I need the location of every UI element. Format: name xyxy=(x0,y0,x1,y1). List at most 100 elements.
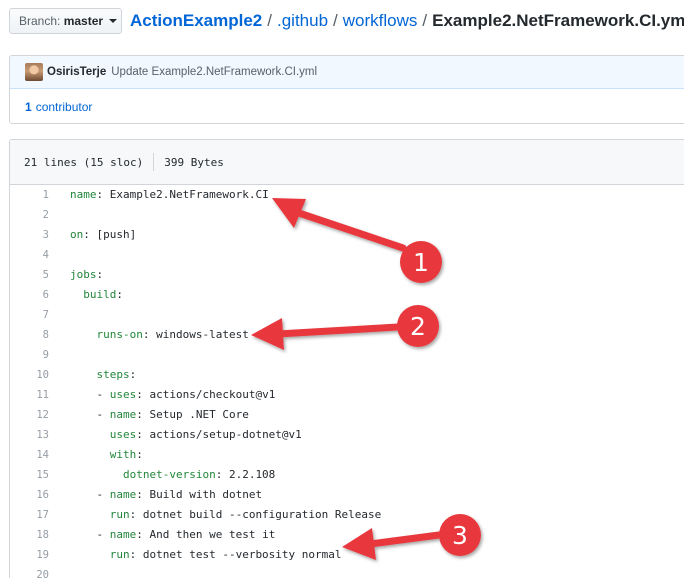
line-number[interactable]: 16 xyxy=(10,485,49,505)
line-number[interactable]: 4 xyxy=(10,245,49,265)
file-size: 399 Bytes xyxy=(164,155,224,169)
code-text: - name: And then we test it xyxy=(70,525,275,545)
code-line: 20 xyxy=(10,565,684,578)
breadcrumb-separator: / xyxy=(333,11,338,30)
code-text: run: dotnet test --verbosity normal xyxy=(70,545,342,565)
avatar[interactable] xyxy=(25,63,43,81)
code-line: 4 xyxy=(10,245,684,265)
yaml-key: uses xyxy=(70,428,137,441)
yaml-key: uses xyxy=(109,388,137,401)
code-line: 11 - uses: actions/checkout@v1 xyxy=(10,385,684,405)
line-number[interactable]: 17 xyxy=(10,505,49,525)
line-number[interactable]: 13 xyxy=(10,425,49,445)
yaml-value: : 2.2.108 xyxy=(215,468,276,481)
code-text: runs-on: windows-latest xyxy=(70,325,249,345)
yaml-value: : Setup .NET Core xyxy=(136,408,249,421)
code-text: - uses: actions/checkout@v1 xyxy=(70,385,275,405)
yaml-key: jobs xyxy=(70,268,97,281)
code-line: 7 xyxy=(10,305,684,325)
code-text: - name: Build with dotnet xyxy=(70,485,262,505)
yaml-key: name xyxy=(70,188,97,201)
code-line: 9 xyxy=(10,345,684,365)
code-line: 13 uses: actions/setup-dotnet@v1 xyxy=(10,425,684,445)
line-number[interactable]: 1 xyxy=(10,185,49,205)
code-line: 10 steps: xyxy=(10,365,684,385)
code-list-marker: - xyxy=(70,408,110,421)
line-number[interactable]: 3 xyxy=(10,225,49,245)
code-text: jobs: xyxy=(70,265,103,285)
file-line-count: 21 lines (15 sloc) xyxy=(24,155,144,169)
commit-author-link[interactable]: OsirisTerje xyxy=(47,66,106,78)
yaml-value: : dotnet test --verbosity normal xyxy=(129,548,342,561)
line-number[interactable]: 11 xyxy=(10,385,49,405)
line-number[interactable]: 6 xyxy=(10,285,49,305)
code-line: 15 dotnet-version: 2.2.108 xyxy=(10,465,684,485)
file-viewer: 21 lines (15 sloc) 399 Bytes 1 name: Exam… xyxy=(9,139,684,578)
code-text: on: [push] xyxy=(70,225,136,245)
branch-selector-button[interactable]: Branch: master xyxy=(9,8,122,34)
code-line: 16 - name: Build with dotnet xyxy=(10,485,684,505)
code-text: steps: xyxy=(70,365,136,385)
breadcrumb-github-link[interactable]: .github xyxy=(277,11,328,30)
yaml-key: dotnet-version xyxy=(70,468,216,481)
line-number[interactable]: 20 xyxy=(10,565,49,578)
breadcrumb-file-name: Example2.NetFramework.CI.yml xyxy=(432,11,684,30)
line-number[interactable]: 8 xyxy=(10,325,49,345)
breadcrumb: ActionExample2/.github / workflows / Example… xyxy=(130,11,684,31)
yaml-key: build xyxy=(70,288,117,301)
code-list-marker: - xyxy=(70,488,110,501)
code-text: name: Example2.NetFramework.CI xyxy=(70,185,269,205)
file-info-header: 21 lines (15 sloc) 399 Bytes xyxy=(10,140,684,185)
yaml-value: : xyxy=(116,288,123,301)
code-line: 18 - name: And then we test it xyxy=(10,525,684,545)
yaml-key: on xyxy=(70,228,84,241)
line-number[interactable]: 10 xyxy=(10,365,49,385)
line-number[interactable]: 2 xyxy=(10,205,49,225)
commit-message-link[interactable]: Update Example2.NetFramework.CI.yml xyxy=(111,66,317,78)
yaml-value: : Build with dotnet xyxy=(136,488,263,501)
line-number[interactable]: 7 xyxy=(10,305,49,325)
line-number[interactable]: 15 xyxy=(10,465,49,485)
yaml-value: : Example2.NetFramework.CI xyxy=(96,188,269,201)
code-line: 5 jobs: xyxy=(10,265,684,285)
line-number[interactable]: 14 xyxy=(10,445,49,465)
yaml-value: : actions/setup-dotnet@v1 xyxy=(136,428,302,441)
code-text: run: dotnet build --configuration Releas… xyxy=(70,505,382,525)
contributors-row[interactable]: 1 contributor xyxy=(10,89,684,123)
line-number[interactable]: 12 xyxy=(10,405,49,425)
code-line: 14 with: xyxy=(10,445,684,465)
breadcrumb-repo-link[interactable]: ActionExample2 xyxy=(130,11,262,30)
code-line: 12 - name: Setup .NET Core xyxy=(10,405,684,425)
contributor-count: 1 xyxy=(25,99,32,114)
branch-value: master xyxy=(63,14,104,28)
caret-down-icon xyxy=(109,19,118,23)
breadcrumb-separator: / xyxy=(422,11,428,30)
yaml-value: : xyxy=(129,368,137,381)
code-text: - name: Setup .NET Core xyxy=(70,405,249,425)
yaml-key: name xyxy=(109,408,137,421)
line-number[interactable]: 9 xyxy=(10,345,49,365)
yaml-value: : actions/checkout@v1 xyxy=(136,388,276,401)
yaml-value: : [push] xyxy=(83,228,137,241)
line-number[interactable]: 5 xyxy=(10,265,49,285)
code-line: 19 run: dotnet test --verbosity normal xyxy=(10,545,684,565)
contributor-label: contributor xyxy=(35,99,93,114)
code-text: build: xyxy=(70,285,123,305)
yaml-value: : xyxy=(136,448,143,461)
yaml-key: run xyxy=(70,548,130,561)
line-number[interactable]: 18 xyxy=(10,525,49,545)
breadcrumb-workflows-link[interactable]: workflows xyxy=(343,11,418,30)
yaml-value: : And then we test it xyxy=(136,528,276,541)
code-line: 6 build: xyxy=(10,285,684,305)
yaml-key: runs-on xyxy=(70,328,143,341)
yaml-key: name xyxy=(109,488,137,501)
line-number[interactable]: 19 xyxy=(10,545,49,565)
branch-label: Branch: xyxy=(19,14,61,28)
top-bar: Branch: master ActionExample2/.github / wo… xyxy=(0,0,684,42)
divider xyxy=(153,153,155,171)
yaml-key: with xyxy=(70,448,137,461)
yaml-value: : dotnet build --configuration Release xyxy=(129,508,382,521)
code-line: 1 name: Example2.NetFramework.CI xyxy=(10,185,684,205)
breadcrumb-separator: / xyxy=(267,11,272,30)
yaml-value: : windows-latest xyxy=(142,328,249,341)
